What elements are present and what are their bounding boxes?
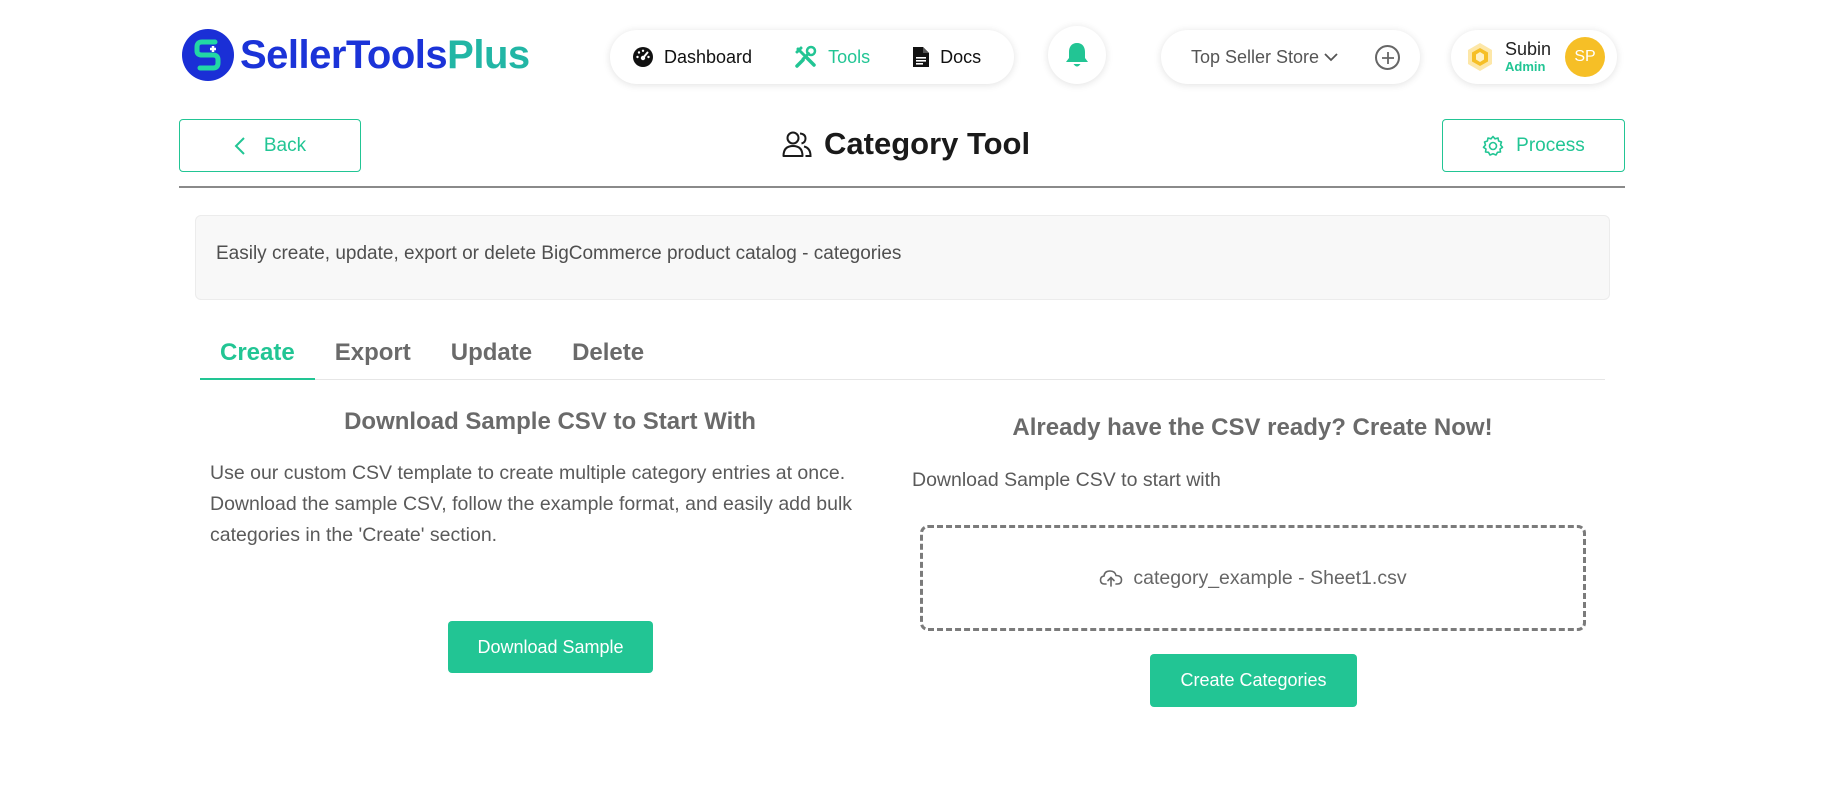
title-divider (179, 186, 1625, 188)
csv-upload-dropzone[interactable]: category_example - Sheet1.csv (920, 525, 1586, 631)
chevron-down-icon (1323, 52, 1339, 62)
nav-item-dashboard[interactable]: Dashboard (632, 46, 752, 68)
cloud-upload-icon (1100, 570, 1123, 587)
back-button-label: Back (263, 134, 307, 156)
nav-item-label: Tools (828, 46, 871, 67)
chevron-left-icon (234, 136, 245, 155)
logo-mark-icon (182, 29, 234, 81)
brand-logo[interactable]: SellerToolsPlus (182, 29, 530, 81)
user-role: Admin (1505, 59, 1546, 74)
tool-tabs: Create Export Update Delete (200, 335, 1605, 380)
nav-item-label: Docs (940, 46, 982, 67)
nav-item-tools[interactable]: Tools (794, 45, 870, 69)
dashboard-gauge-icon (633, 47, 653, 67)
user-meta: Subin Admin (1505, 39, 1551, 75)
store-name: Top Seller Store (1191, 46, 1320, 67)
back-button[interactable]: Back (179, 119, 361, 172)
plus-icon (1381, 51, 1394, 64)
store-selector[interactable]: Top Seller Store (1161, 30, 1420, 84)
add-store-button[interactable] (1375, 45, 1400, 70)
tools-wrench-icon (795, 45, 817, 68)
users-icon (782, 131, 812, 157)
avatar[interactable]: SP (1565, 37, 1605, 77)
brand-name-part1: SellerTools (240, 32, 448, 77)
hexagon-badge-icon (1468, 43, 1492, 71)
tab-export[interactable]: Export (315, 335, 431, 380)
notifications-button[interactable] (1048, 26, 1106, 84)
process-button[interactable]: Process (1442, 119, 1625, 172)
download-sample-button[interactable]: Download Sample (448, 621, 653, 673)
bell-icon (1066, 43, 1088, 67)
brand-name-part2: Plus (447, 32, 530, 77)
sample-csv-description: Use our custom CSV template to create mu… (210, 462, 853, 546)
brand-name: SellerToolsPlus (240, 33, 530, 78)
page-title: Category Tool (782, 126, 1030, 162)
create-categories-button[interactable]: Create Categories (1150, 654, 1357, 707)
create-now-subtext: Download Sample CSV to start with (912, 469, 1221, 491)
create-now-heading: Already have the CSV ready? Create Now! (1012, 414, 1493, 441)
uploaded-file-name: category_example - Sheet1.csv (1133, 566, 1407, 589)
nav-item-label: Dashboard (664, 46, 753, 67)
sample-csv-heading: Download Sample CSV to Start With (344, 408, 756, 435)
tool-description: Easily create, update, export or delete … (195, 215, 1610, 300)
document-icon (913, 47, 930, 67)
tab-create[interactable]: Create (200, 335, 315, 380)
tab-delete[interactable]: Delete (552, 335, 664, 380)
user-menu[interactable]: Subin Admin SP (1451, 30, 1617, 84)
page-title-text: Category Tool (824, 126, 1031, 161)
main-nav: Dashboard Tools Docs (610, 30, 1014, 84)
gear-icon (1482, 135, 1504, 156)
user-name: Subin (1505, 39, 1552, 59)
nav-item-docs[interactable]: Docs (912, 46, 981, 68)
tab-update[interactable]: Update (431, 335, 552, 380)
process-button-label: Process (1516, 134, 1585, 156)
